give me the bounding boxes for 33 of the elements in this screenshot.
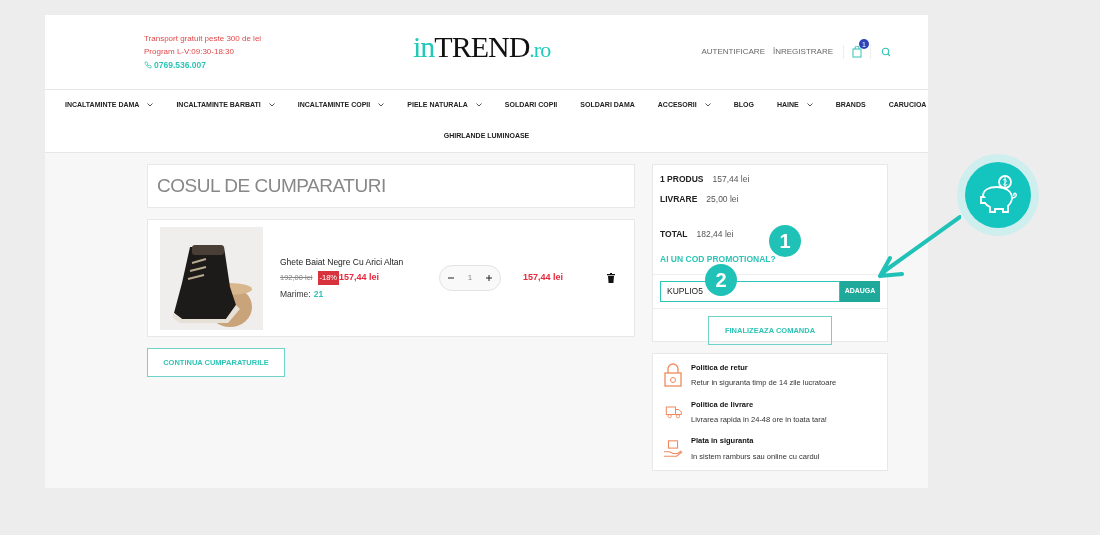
- minus-icon: [448, 277, 454, 279]
- header-info-text: Transport gratuit peste 300 de lei: [144, 32, 263, 45]
- size-value: 21: [313, 287, 324, 301]
- caret-icon: [268, 103, 275, 108]
- truck-icon: [663, 404, 683, 420]
- sale-price: 157,44 lei: [339, 271, 380, 285]
- account-link[interactable]: AUTENTIFICARE: [701, 46, 765, 58]
- caret-icon: [147, 103, 154, 108]
- total-value: 182,44 lei: [696, 227, 734, 241]
- caret-icon: [704, 103, 711, 108]
- summary-label: LIVRARE: [660, 192, 698, 206]
- logo[interactable]: inTREND.ro: [413, 29, 551, 68]
- quantity-value[interactable]: 1: [467, 272, 473, 284]
- header-info-text: Program L-V:09:30-18:30: [144, 45, 235, 58]
- trash-icon[interactable]: [607, 273, 616, 283]
- summary-label: 1 PRODUS: [660, 173, 704, 186]
- caret-icon: [378, 103, 385, 108]
- caret-icon: [806, 103, 813, 108]
- line-total: 157,44 lei: [523, 271, 564, 285]
- page-title: COSUL DE CUMPARATURI: [157, 173, 386, 198]
- total-label: TOTAL: [660, 227, 688, 241]
- caret-icon: [475, 103, 482, 108]
- account-link[interactable]: ÎNREGISTRARE: [773, 46, 833, 58]
- shopping-bag-icon[interactable]: [852, 46, 862, 58]
- phone-icon: [144, 61, 152, 69]
- padlock-icon: [664, 363, 682, 388]
- size-label: Marime:: [280, 287, 311, 301]
- hand-box-icon: [663, 438, 683, 459]
- summary-value: 25,00 lei: [706, 192, 739, 206]
- summary-value: 157,44 lei: [712, 173, 750, 186]
- plus-icon: [486, 275, 492, 281]
- product-name[interactable]: Ghete Baiat Negre Cu Arici Altan: [280, 255, 440, 269]
- increase-button[interactable]: [484, 275, 494, 281]
